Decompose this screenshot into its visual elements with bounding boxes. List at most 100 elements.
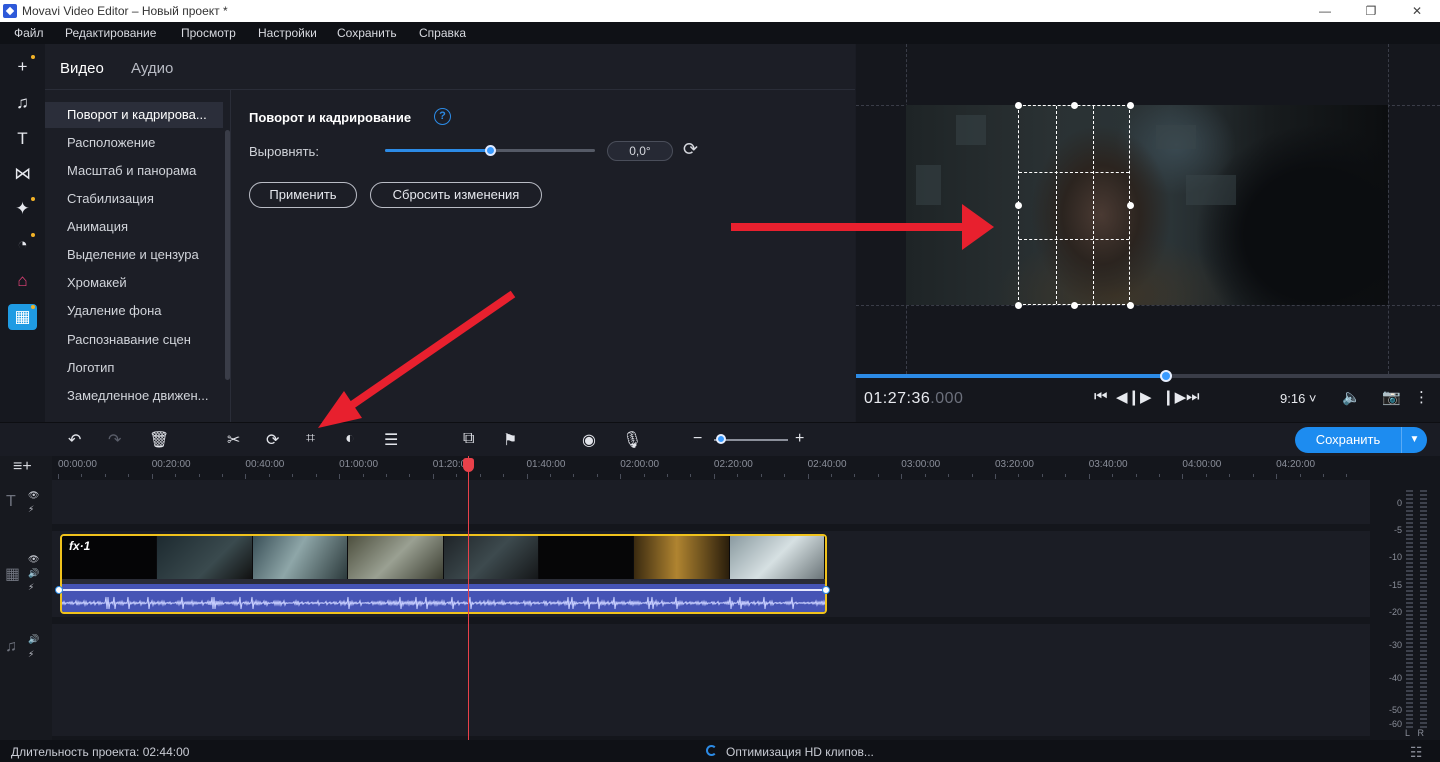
effects-icon[interactable]: ✦ — [8, 196, 37, 222]
frame-back-icon[interactable]: ◀❙ — [1116, 388, 1140, 406]
redo-icon[interactable]: ↷ — [108, 430, 121, 450]
title-track[interactable] — [52, 480, 1370, 524]
align-slider-knob[interactable] — [485, 145, 496, 156]
export-button[interactable]: Сохранить ▼ — [1295, 427, 1427, 453]
menu-help[interactable]: Справка — [419, 26, 466, 40]
tool-stabilization[interactable]: Стабилизация — [45, 186, 223, 212]
playhead-handle[interactable] — [463, 458, 474, 472]
audio-track[interactable] — [52, 624, 1370, 736]
aspect-ratio-select[interactable]: 9:16 ˅ — [1280, 391, 1317, 406]
ruler-tick-label: 02:00:00 — [620, 459, 660, 470]
crop-handle[interactable] — [1071, 102, 1078, 109]
menu-view[interactable]: Просмотр — [181, 26, 236, 40]
webcam-icon[interactable]: ◉ — [582, 430, 596, 450]
crop-box[interactable] — [1015, 102, 1134, 309]
clip-volume-handle[interactable] — [822, 586, 830, 594]
menu-settings[interactable]: Настройки — [258, 26, 317, 40]
music-icon[interactable]: ♫ — [8, 90, 37, 116]
skip-end-icon[interactable]: ⏭ — [1186, 388, 1200, 405]
export-label: Сохранить — [1315, 432, 1381, 447]
ruler-tick — [503, 474, 505, 477]
menu-file[interactable]: Файл — [14, 26, 44, 40]
apply-button[interactable]: Применить — [249, 182, 357, 208]
crop-handle[interactable] — [1127, 102, 1134, 109]
tool-logo[interactable]: Логотип — [45, 355, 223, 381]
playhead[interactable] — [468, 456, 469, 740]
speaker-icon[interactable]: 🔊 — [28, 634, 39, 645]
eye-icon[interactable]: 👁 — [28, 554, 39, 565]
chevron-down-icon[interactable]: ▼ — [1401, 427, 1427, 453]
transitions-icon[interactable]: ⋈ — [8, 161, 37, 187]
tab-audio[interactable]: Аудио — [131, 60, 173, 77]
filters-icon[interactable]: ◔ — [8, 232, 37, 258]
crop-handle[interactable] — [1015, 202, 1022, 209]
marker-flag-icon[interactable]: ⚑ — [503, 430, 517, 450]
rotate-icon[interactable]: ⟳ — [266, 430, 279, 450]
tool-bg-removal[interactable]: Удаление фона — [45, 298, 223, 324]
reset-changes-button[interactable]: Сбросить изменения — [370, 182, 542, 208]
timeline-zoom-knob[interactable] — [716, 434, 727, 444]
timeline-ruler[interactable]: 00:00:00 00:20:00 00:40:00 01:00:00 01:20:00… — [52, 456, 1370, 479]
clip-volume-handle[interactable] — [55, 586, 63, 594]
tool-scale-pan[interactable]: Масштаб и панорама — [45, 158, 223, 184]
tool-position[interactable]: Расположение — [45, 130, 223, 156]
ruler-tick — [221, 474, 223, 477]
rotate-cw-icon[interactable]: ⟳ — [683, 139, 698, 160]
crop-icon[interactable]: ⌗ — [306, 430, 315, 448]
overlay-icon[interactable]: ⧉ — [463, 430, 474, 448]
crop-handle[interactable] — [1127, 302, 1134, 309]
lock-icon[interactable]: ⚡ — [28, 582, 34, 593]
video-frame — [906, 105, 1388, 305]
volume-icon[interactable]: 🔈 — [1342, 388, 1361, 406]
playback-knob[interactable] — [1160, 370, 1173, 382]
more-tools-icon[interactable]: ▦ — [8, 304, 37, 330]
timeline-zoom-slider[interactable] — [714, 434, 788, 444]
minimize-button[interactable]: — — [1302, 2, 1348, 20]
tab-video[interactable]: Видео — [60, 60, 104, 77]
align-slider-fill — [385, 149, 490, 152]
lock-icon[interactable]: ⚡ — [28, 649, 34, 660]
playback-progress[interactable] — [856, 370, 1440, 382]
titles-icon[interactable]: T — [8, 126, 37, 152]
tool-chromakey[interactable]: Хромакей — [45, 270, 223, 296]
menu-save[interactable]: Сохранить — [337, 26, 397, 40]
meter-label: -40 — [1388, 673, 1402, 683]
ruler-tick — [924, 474, 926, 477]
more-menu-icon[interactable]: ⋮ — [1414, 388, 1429, 406]
align-angle-field[interactable]: 0,0° — [607, 141, 673, 161]
zoom-out-icon[interactable]: − — [693, 430, 702, 448]
delete-icon[interactable]: 🗑 — [149, 430, 169, 450]
play-icon[interactable]: ▶ — [1140, 388, 1152, 406]
add-track-icon[interactable]: ≡+ — [13, 458, 32, 476]
tool-scene-detection[interactable]: Распознавание сцен — [45, 327, 223, 353]
tool-highlight-censor[interactable]: Выделение и цензура — [45, 242, 223, 268]
add-media-icon[interactable]: + — [8, 54, 37, 80]
snapshot-icon[interactable]: 📷 — [1382, 388, 1401, 406]
zoom-in-icon[interactable]: + — [795, 430, 804, 448]
clip-properties-icon[interactable]: ☰ — [384, 430, 398, 450]
video-clip[interactable]: fx·1 — [60, 534, 827, 614]
crop-handle[interactable] — [1015, 102, 1022, 109]
eye-icon[interactable]: 👁 — [28, 490, 39, 501]
speaker-icon[interactable]: 🔊 — [28, 568, 39, 579]
crop-handle[interactable] — [1015, 302, 1022, 309]
crop-handle[interactable] — [1071, 302, 1078, 309]
cut-icon[interactable]: ✂ — [227, 430, 240, 450]
microphone-icon[interactable]: 🎙 — [622, 430, 642, 450]
lock-icon[interactable]: ⚡ — [28, 504, 34, 515]
crop-handle[interactable] — [1127, 202, 1134, 209]
frame-forward-icon[interactable]: ❙▶ — [1162, 388, 1186, 406]
help-icon[interactable]: ? — [434, 108, 451, 125]
tool-rotate-crop[interactable]: Поворот и кадрирова... — [45, 102, 223, 128]
maximize-button[interactable]: ❐ — [1348, 2, 1394, 20]
skip-start-icon[interactable]: ⏮ — [1094, 388, 1108, 405]
undo-icon[interactable]: ↶ — [68, 430, 81, 450]
menu-edit[interactable]: Редактирование — [65, 26, 156, 40]
color-adjust-icon[interactable]: ◐ — [345, 430, 355, 448]
tool-animation[interactable]: Анимация — [45, 214, 223, 240]
tool-slow-motion[interactable]: Замедленное движен... — [45, 383, 223, 409]
layout-grid-icon[interactable]: ☷ — [1410, 744, 1423, 761]
close-window-button[interactable]: ✕ — [1394, 2, 1440, 20]
align-slider[interactable] — [385, 145, 595, 156]
stickers-icon[interactable]: ⌂ — [8, 268, 37, 294]
